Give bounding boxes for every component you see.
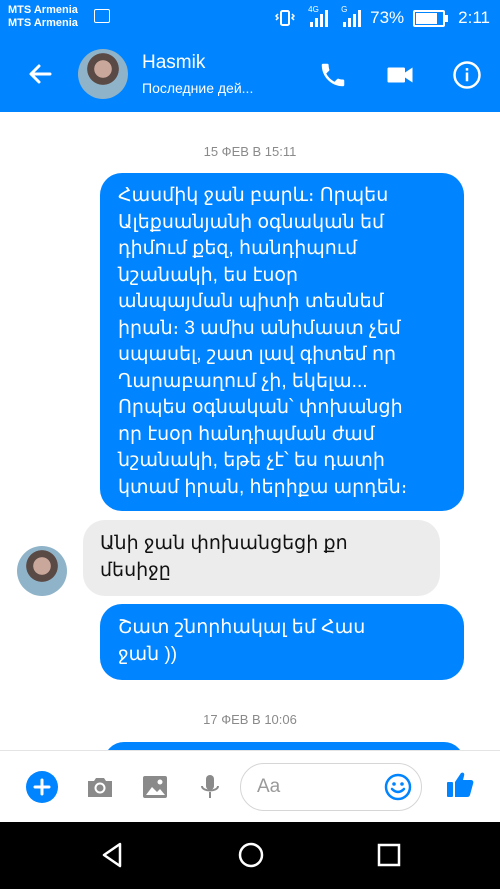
status-right: 4G G 73% 2:11 [275, 5, 490, 31]
plus-icon[interactable] [26, 771, 58, 803]
message-line: կտամ իրան, հերիքա արդեն։ [118, 476, 408, 498]
emoji-icon[interactable] [383, 772, 413, 802]
message-line: Անի ջան փոխանցեցի քո [100, 533, 348, 554]
status-bar: MTS Armenia MTS Armenia 4G G 73% 2:11 [0, 0, 500, 36]
carrier-1: MTS Armenia [8, 4, 78, 16]
message-line: անպայման պիտի տեսնեմ [118, 291, 384, 312]
clock: 2:11 [458, 8, 490, 27]
conversation-header: Hasmik Последние дей... [0, 36, 500, 112]
message-incoming-1[interactable]: Անի ջան փոխանցեցի քո մեսիջը [83, 520, 440, 596]
message-outgoing-2[interactable]: Շատ շնորհակալ եմ Հաս ջան )) [100, 604, 464, 680]
message-line: նշանակի, ես էսօր [118, 264, 299, 286]
sender-avatar[interactable] [17, 546, 67, 596]
message-line: սպասել, շատ լավ գիտեմ որ [118, 344, 397, 365]
message-line: ջան )) [118, 643, 178, 665]
contact-name[interactable]: Hasmik [142, 52, 205, 74]
nav-back-icon[interactable] [98, 840, 128, 870]
active-status: Последние дей... [142, 80, 254, 96]
nav-recents-icon[interactable] [374, 840, 404, 870]
message-line: մեսիջը [100, 559, 171, 581]
message-list[interactable]: 15 ФЕВ В 15:11 Հասմիկ ջան բարև։ Որպես Ալ… [0, 112, 500, 750]
microphone-icon[interactable] [194, 771, 226, 803]
battery-percent: 73% [370, 8, 405, 27]
phone-icon[interactable] [318, 60, 348, 90]
message-line: որ էսօր հանդիպման ժամ [118, 423, 375, 445]
message-line: Ալեքսանյանի օգնական եմ [118, 211, 385, 233]
carrier-info: MTS Armenia MTS Armenia [8, 4, 78, 30]
message-input-placeholder: Aa [257, 776, 281, 797]
thumbs-up-icon[interactable] [444, 769, 476, 801]
vibrate-icon [275, 10, 296, 26]
message-line: Հասմիկ ջան բարև։ Որպես [118, 185, 389, 206]
message-line: դիմում քեզ, հանդիպում [118, 238, 358, 259]
network-type-2: G [341, 5, 348, 14]
camera-icon[interactable] [84, 771, 116, 803]
message-line: իրան։ 3 ամիս անիմաստ չեմ [118, 317, 401, 339]
message-line: Շատ շնորհակալ եմ Հաս [118, 617, 366, 638]
gallery-icon[interactable] [139, 771, 171, 803]
contact-avatar[interactable] [78, 49, 128, 99]
signal-2-icon: G [341, 5, 362, 27]
message-outgoing-partial[interactable] [104, 742, 464, 750]
message-input[interactable]: Aa [240, 763, 422, 811]
system-nav-bar [0, 822, 500, 889]
video-camera-icon[interactable] [385, 60, 415, 90]
carrier-2: MTS Armenia [8, 17, 78, 29]
network-type-1: 4G [308, 5, 319, 14]
message-line: Որպես օգնական՝ փոխանցի [118, 397, 403, 418]
image-notification-icon [94, 9, 110, 23]
signal-1-icon: 4G [308, 5, 329, 27]
info-icon[interactable] [452, 60, 482, 90]
message-line: նշանակի, եթե չէ՝ ես դատի [118, 450, 385, 471]
message-outgoing-1[interactable]: Հասմիկ ջան բարև։ Որպես Ալեքսանյանի օգնակ… [100, 173, 464, 511]
timestamp-2: 17 ФЕВ В 10:06 [203, 712, 297, 727]
composer-bar: Aa [0, 750, 500, 823]
timestamp-1: 15 ФЕВ В 15:11 [203, 144, 297, 159]
nav-home-icon[interactable] [236, 840, 266, 870]
battery-icon [413, 9, 449, 27]
back-arrow-icon[interactable] [22, 56, 58, 92]
message-line: Ղարաբաղում չի, եկելա... [118, 370, 368, 392]
